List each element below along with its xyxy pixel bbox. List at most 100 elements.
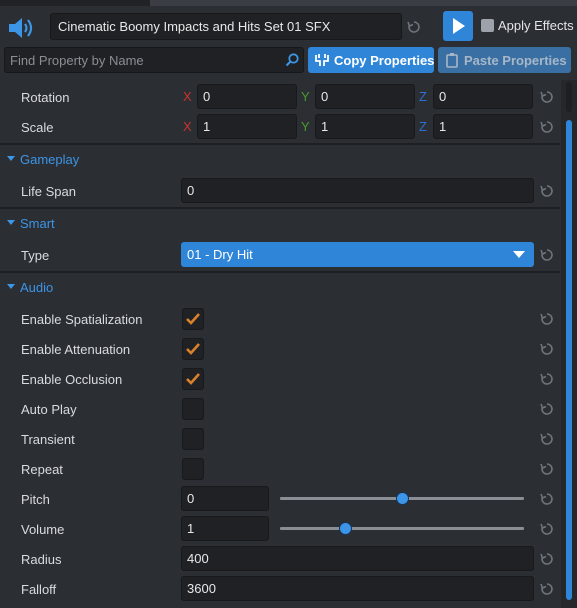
section-audio-title: Audio <box>20 280 54 295</box>
life-span-label: Life Span <box>21 184 76 199</box>
paste-properties-button[interactable]: Paste Properties <box>438 47 571 73</box>
rotation-z-field[interactable]: 0 <box>433 84 533 109</box>
scale-x-axis-label: X <box>183 119 192 134</box>
speaker-icon <box>6 14 38 42</box>
enable-spatialization-checkbox[interactable] <box>182 308 204 330</box>
volume-field[interactable]: 1 <box>181 516 269 541</box>
reset-icon[interactable] <box>540 432 554 446</box>
rotation-label: Rotation <box>21 90 70 105</box>
property-row-life-span: Life Span 0 <box>0 176 560 206</box>
section-smart-title: Smart <box>20 216 55 231</box>
auto-play-label: Auto Play <box>21 402 77 417</box>
top-tab-strip <box>0 0 577 6</box>
falloff-label: Falloff <box>21 582 57 597</box>
copy-properties-button[interactable]: Copy Properties <box>308 47 434 73</box>
pitch-field[interactable]: 0 <box>181 486 269 511</box>
checkmark-icon <box>186 343 200 355</box>
enable-attenuation-label: Enable Attenuation <box>21 342 131 357</box>
rotation-z-axis-label: Z <box>419 89 427 104</box>
reset-icon[interactable] <box>540 90 554 104</box>
property-row-falloff: Falloff 3600 <box>0 574 560 604</box>
auto-play-checkbox[interactable] <box>182 398 204 420</box>
section-smart[interactable]: Smart <box>0 207 560 237</box>
property-row-radius: Radius 400 <box>0 544 560 574</box>
property-row-enable-occlusion: Enable Occlusion <box>0 364 560 394</box>
pitch-label: Pitch <box>21 492 50 507</box>
volume-label: Volume <box>21 522 65 537</box>
reset-icon[interactable] <box>540 312 554 326</box>
checkmark-icon <box>186 313 200 325</box>
property-row-transient: Transient <box>0 424 560 454</box>
transient-label: Transient <box>21 432 75 447</box>
scrollbar-thumb[interactable] <box>566 120 572 600</box>
reset-icon[interactable] <box>540 582 554 596</box>
section-gameplay[interactable]: Gameplay <box>0 143 560 173</box>
property-row-volume: Volume 1 <box>0 514 560 544</box>
type-dropdown-value: 01 - Dry Hit <box>187 247 253 262</box>
property-row-enable-attenuation: Enable Attenuation <box>0 334 560 364</box>
reset-icon[interactable] <box>540 248 554 262</box>
asset-name-field[interactable]: Cinematic Boomy Impacts and Hits Set 01 … <box>50 13 402 40</box>
radius-label: Radius <box>21 552 62 567</box>
property-row-type: Type 01 - Dry Hit <box>0 240 560 270</box>
life-span-field[interactable]: 0 <box>181 178 534 203</box>
section-gameplay-title: Gameplay <box>20 152 80 167</box>
apply-effects-checkbox[interactable] <box>481 19 494 32</box>
pitch-slider-handle[interactable] <box>395 492 409 505</box>
reset-icon[interactable] <box>540 492 554 506</box>
rotation-y-field[interactable]: 0 <box>315 84 415 109</box>
apply-effects-label: Apply Effects <box>498 18 574 33</box>
paste-icon <box>444 52 460 68</box>
scale-y-field[interactable]: 1 <box>315 114 415 139</box>
rotation-x-field[interactable]: 0 <box>197 84 297 109</box>
reset-icon[interactable] <box>540 552 554 566</box>
chevron-down-icon <box>513 251 525 258</box>
section-audio[interactable]: Audio <box>0 271 560 301</box>
play-button[interactable] <box>443 11 473 41</box>
play-icon <box>453 18 465 34</box>
collapse-triangle-icon[interactable] <box>7 284 15 289</box>
reset-icon[interactable] <box>540 372 554 386</box>
property-search[interactable] <box>4 47 304 73</box>
falloff-field[interactable]: 3600 <box>181 576 534 601</box>
enable-attenuation-checkbox[interactable] <box>182 338 204 360</box>
property-row-scale: Scale X 1 Y 1 Z 1 <box>0 112 560 142</box>
rotation-y-axis-label: Y <box>301 89 310 104</box>
search-icon[interactable] <box>284 52 300 68</box>
scale-label: Scale <box>21 120 54 135</box>
collapse-triangle-icon[interactable] <box>7 156 15 161</box>
search-input[interactable] <box>5 48 285 72</box>
checkmark-icon <box>186 373 200 385</box>
property-row-rotation: Rotation X 0 Y 0 Z 0 <box>0 82 560 112</box>
scale-y-axis-label: Y <box>301 119 310 134</box>
reset-icon[interactable] <box>540 184 554 198</box>
enable-occlusion-checkbox[interactable] <box>182 368 204 390</box>
paste-properties-label: Paste Properties <box>464 53 567 68</box>
repeat-checkbox[interactable] <box>182 458 204 480</box>
transient-checkbox[interactable] <box>182 428 204 450</box>
repeat-label: Repeat <box>21 462 63 477</box>
radius-field[interactable]: 400 <box>181 546 534 571</box>
enable-occlusion-label: Enable Occlusion <box>21 372 123 387</box>
reset-icon[interactable] <box>540 120 554 134</box>
active-tab <box>150 0 577 6</box>
reset-icon[interactable] <box>540 342 554 356</box>
volume-slider-handle[interactable] <box>339 522 353 535</box>
reset-icon[interactable] <box>540 402 554 416</box>
type-dropdown[interactable]: 01 - Dry Hit <box>181 242 534 267</box>
property-row-pitch: Pitch 0 <box>0 484 560 514</box>
scale-z-field[interactable]: 1 <box>433 114 533 139</box>
scrollbar-top-cap <box>566 82 572 112</box>
scale-x-field[interactable]: 1 <box>197 114 297 139</box>
reset-icon[interactable] <box>407 20 421 34</box>
property-row-auto-play: Auto Play <box>0 394 560 424</box>
copy-properties-label: Copy Properties <box>334 53 435 68</box>
collapse-triangle-icon[interactable] <box>7 220 15 225</box>
properties-panel: Rotation X 0 Y 0 Z 0 Scale X 1 Y 1 Z 1 G… <box>0 80 560 608</box>
rotation-x-axis-label: X <box>183 89 192 104</box>
reset-icon[interactable] <box>540 522 554 536</box>
property-row-enable-spatialization: Enable Spatialization <box>0 304 560 334</box>
property-row-repeat: Repeat <box>0 454 560 484</box>
volume-slider-track[interactable] <box>280 527 524 530</box>
reset-icon[interactable] <box>540 462 554 476</box>
